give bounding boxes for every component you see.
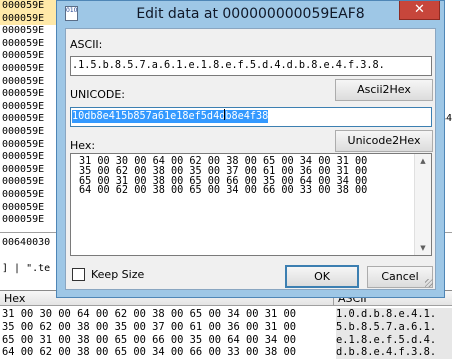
unicode-label: UNICODE: — [70, 88, 125, 101]
address-row: 000059E — [0, 0, 64, 13]
ok-button[interactable]: OK — [285, 265, 359, 288]
dump-ascii-row: 5.b.8.5.7.a.6.1. — [336, 320, 452, 334]
dump-ascii-row: d.b.8.e.4.f.3.8. — [336, 346, 452, 360]
address-row: 000059E — [2, 188, 45, 200]
address-row: 000059E — [2, 62, 45, 74]
address-row: 000059E — [2, 75, 45, 87]
dump-hex-row: 35 00 62 00 38 00 35 00 37 00 61 00 36 0… — [2, 320, 297, 333]
dialog-title: Edit data at 000000000059EAF8 — [136, 6, 365, 22]
unicode2hex-button[interactable]: Unicode2Hex — [335, 130, 433, 152]
dump-ascii-row: 1.0.d.b.8.e.4.1. — [336, 308, 452, 321]
hex-scrollbar[interactable]: ▲ ▼ — [414, 154, 431, 255]
hex-line: 64 00 62 00 38 00 65 00 34 00 66 00 33 0… — [79, 185, 368, 197]
dump-hex-row: 64 00 62 00 38 00 65 00 34 00 66 00 33 0… — [2, 346, 297, 359]
background-info-line: ] | ".te — [2, 263, 51, 274]
cancel-button[interactable]: Cancel — [367, 266, 433, 288]
dialog-titlebar[interactable]: 0101 Edit data at 000000000059EAF8 ✕ — [57, 1, 444, 27]
unicode-selected-text: b8e4f38 — [225, 110, 269, 123]
resize-grip-icon[interactable] — [425, 279, 433, 287]
edit-data-dialog: 0101 Edit data at 000000000059EAF8 ✕ ASC… — [56, 0, 445, 298]
address-row: 000059E — [2, 176, 45, 188]
address-row: 000059E — [2, 125, 45, 137]
scroll-down-icon[interactable]: ▼ — [415, 241, 431, 255]
dump-ascii-row: e.1.8.e.f.5.d.4. — [336, 333, 452, 347]
hex-textarea[interactable]: 31 00 30 00 64 00 62 00 38 00 65 00 34 0… — [70, 153, 432, 256]
address-row: 000059E — [0, 12, 64, 26]
address-row: 000059E — [2, 113, 45, 125]
address-row: 000059E — [2, 37, 45, 49]
hex-label: Hex: — [70, 139, 96, 152]
dump-hex-row: 31 00 30 00 64 00 62 00 38 00 65 00 34 0… — [2, 308, 297, 320]
address-row: 000059E — [2, 25, 45, 37]
hex-lines: 31 00 30 00 64 00 62 00 38 00 65 00 34 0… — [79, 157, 367, 196]
address-row: 000059E — [2, 138, 45, 150]
ascii-input[interactable]: .1.5.b.8.5.7.a.6.1.e.1.8.e.f.5.d.4.d.b.8… — [70, 56, 432, 76]
dialog-body: ASCII: .1.5.b.8.5.7.a.6.1.e.1.8.e.f.5.d.… — [65, 28, 436, 290]
ascii-label: ASCII: — [70, 38, 103, 51]
close-button[interactable]: ✕ — [399, 1, 440, 20]
dump-hex-rows: 31 00 30 00 64 00 62 00 38 00 65 00 34 0… — [2, 308, 332, 359]
background-dump-pane: Hex ASCII 31 00 30 00 64 00 62 00 38 00 … — [0, 290, 452, 360]
address-row: 000059E — [2, 88, 45, 100]
ascii2hex-button[interactable]: Ascii2Hex — [335, 79, 433, 101]
dump-ascii-rows: 1.0.d.b.8.e.4.1. 5.b.8.5.7.a.6.1. e.1.8.e.… — [336, 308, 452, 360]
address-row: 000059E — [2, 100, 45, 112]
address-row: 000059E — [2, 151, 45, 163]
keep-size-checkbox[interactable] — [72, 268, 85, 281]
unicode-selected-text: 10db8e415b857a61e18ef5d4d — [72, 110, 226, 123]
address-row: 000059E — [2, 201, 45, 213]
address-row: 000059E — [2, 163, 45, 175]
unicode-input[interactable]: 10db8e415b857a61e18ef5d4db8e4f38 — [70, 107, 432, 127]
scroll-up-icon[interactable]: ▲ — [415, 154, 431, 168]
background-info-line: 00640030 — [2, 237, 51, 248]
address-row: 000059E — [2, 50, 45, 62]
dump-hex-row: 65 00 31 00 38 00 65 00 66 00 35 00 64 0… — [2, 333, 297, 346]
keep-size-label[interactable]: Keep Size — [91, 268, 144, 281]
address-row: 000059E — [2, 214, 45, 226]
